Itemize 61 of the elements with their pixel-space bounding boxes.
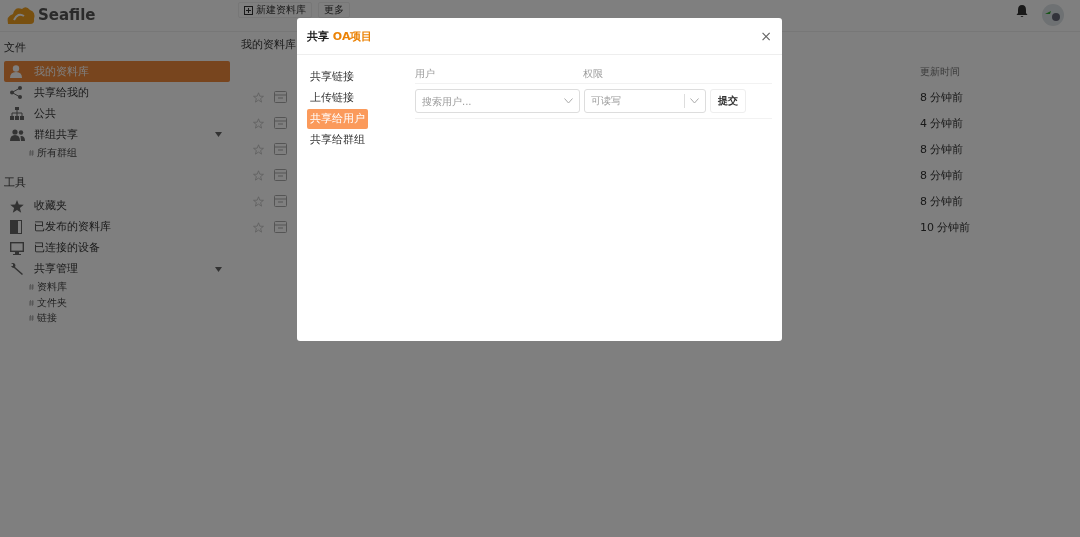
logo-icon <box>6 4 36 26</box>
caret-icon[interactable] <box>215 266 222 272</box>
group-icon <box>10 128 25 141</box>
more-button[interactable]: 更多 <box>318 2 350 18</box>
permission-label: 权限 <box>583 67 603 81</box>
star-icon <box>10 199 24 213</box>
share-icon <box>10 86 22 99</box>
chevron-down-icon <box>690 98 699 104</box>
sidebar-item[interactable]: 公共 <box>4 103 230 124</box>
library-icon <box>274 117 287 129</box>
bell-icon[interactable] <box>1016 4 1028 18</box>
section-heading: 文件 <box>4 40 27 56</box>
sidebar-item[interactable]: 共享给我的 <box>4 82 230 103</box>
wrench-icon <box>10 262 24 276</box>
star-icon[interactable] <box>253 195 264 207</box>
caret-icon[interactable] <box>215 132 222 137</box>
library-icon <box>274 195 287 207</box>
person-icon <box>10 65 22 78</box>
plus-square-icon <box>244 5 253 15</box>
section-heading: 工具 <box>4 174 27 191</box>
user-label: 用户 <box>415 67 436 81</box>
chevron-down-icon <box>564 98 573 104</box>
logo-text: Seafile <box>38 6 96 24</box>
table-cell-text: 4 分钟前 <box>920 115 965 131</box>
dialog-title: 共享 OA项目 <box>307 28 373 44</box>
library-icon <box>274 91 287 103</box>
sitemap-icon <box>10 107 24 120</box>
avatar-icon[interactable] <box>1042 4 1064 26</box>
user-search-field[interactable]: 搜索用户... <box>415 89 580 113</box>
sidebar-item[interactable]: 已发布的资料库 <box>4 216 230 238</box>
dialog-tab[interactable]: 共享给群组 <box>307 130 368 150</box>
new-library-button[interactable]: 新建资料库 <box>238 2 312 18</box>
star-icon[interactable] <box>253 117 264 129</box>
close-button[interactable]: × <box>760 28 772 44</box>
table-cell-text: 8 分钟前 <box>920 167 965 183</box>
library-icon <box>274 221 287 233</box>
sidebar-subitem[interactable]: 资料库 <box>4 279 230 295</box>
star-icon[interactable] <box>253 169 264 181</box>
table-cell-text: 8 分钟前 <box>920 193 965 209</box>
dialog-tab[interactable]: 共享链接 <box>307 67 357 87</box>
sidebar-subitem[interactable]: 所有群组 <box>4 145 230 161</box>
sidebar-item[interactable]: 收藏夹 <box>4 195 230 217</box>
table-cell-text: 8 分钟前 <box>920 141 965 157</box>
page-title: 我的资料库 <box>241 38 297 52</box>
sidebar-item[interactable]: 群组共享 <box>4 124 230 145</box>
table-cell-text: 10 分钟前 <box>920 219 972 235</box>
sidebar-subitem[interactable]: 链接 <box>4 310 230 326</box>
sidebar-item[interactable]: 已连接的设备 <box>4 237 230 259</box>
star-icon[interactable] <box>253 91 264 103</box>
star-icon[interactable] <box>253 221 264 233</box>
sidebar-item[interactable]: 共享管理 <box>4 258 230 280</box>
library-icon <box>274 169 287 181</box>
table-cell-text: 8 分钟前 <box>920 89 965 105</box>
library-icon <box>274 143 287 155</box>
submit-button[interactable]: 提交 <box>710 89 746 113</box>
monitor-icon <box>10 241 24 255</box>
dialog-tab[interactable]: 上传链接 <box>307 88 357 108</box>
sidebar-subitem[interactable]: 文件夹 <box>4 295 230 311</box>
book-icon <box>10 220 22 234</box>
permission-select[interactable]: 可读写 <box>584 89 706 113</box>
star-icon[interactable] <box>253 143 264 155</box>
